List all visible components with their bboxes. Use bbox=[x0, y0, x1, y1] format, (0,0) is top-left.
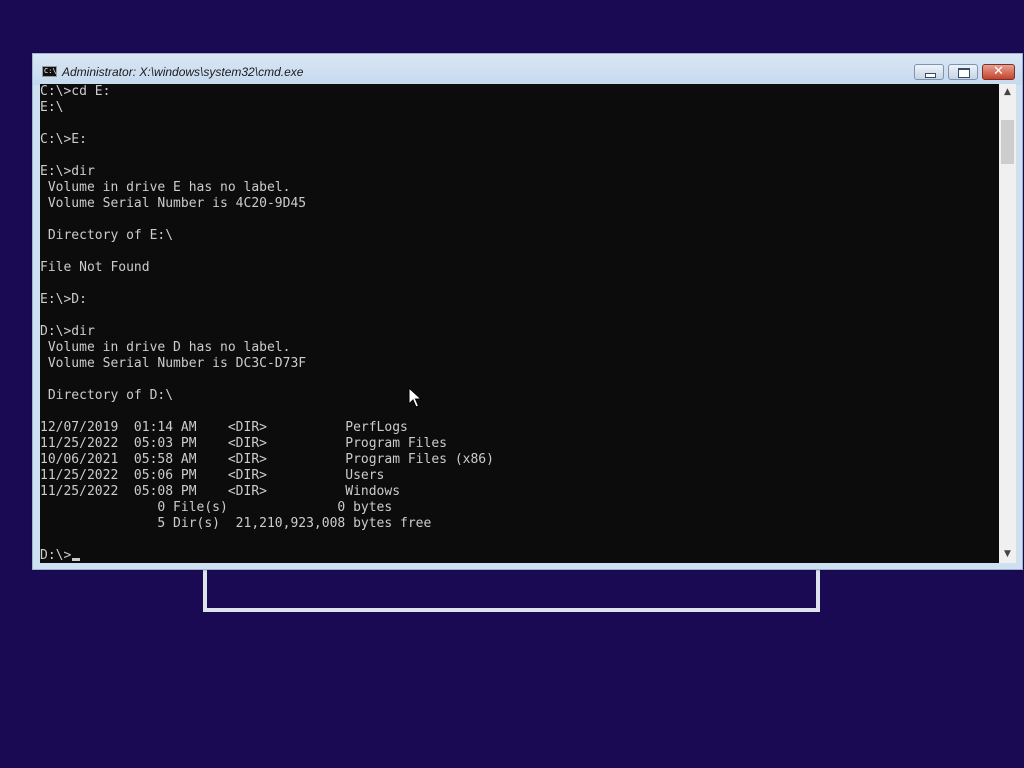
console-line: E:\>dir bbox=[40, 164, 95, 179]
console-line: E:\>D: bbox=[40, 292, 87, 307]
console-text: C:\>cd E: E:\ C:\>E: E:\>dir Volume in driv… bbox=[40, 84, 999, 563]
cmd-app-icon[interactable]: C:\ bbox=[42, 66, 57, 77]
close-button[interactable]: ✕ bbox=[982, 64, 1015, 80]
mouse-pointer-icon bbox=[408, 387, 422, 408]
scroll-thumb[interactable] bbox=[1001, 120, 1014, 164]
command-prompt-line[interactable]: D:\> bbox=[40, 548, 999, 563]
console-line: Directory of D:\ bbox=[40, 388, 174, 403]
console-line: 11/25/2022 05:06 PM <DIR> Users bbox=[40, 468, 385, 483]
console-line: 5 Dir(s) 21,210,923,008 bytes free bbox=[40, 516, 432, 531]
console-line: 11/25/2022 05:08 PM <DIR> Windows bbox=[40, 484, 401, 499]
minimize-button[interactable] bbox=[914, 64, 944, 80]
minimize-icon bbox=[925, 73, 936, 78]
cmd-window[interactable]: C:\ Administrator: X:\windows\system32\c… bbox=[32, 53, 1023, 570]
scroll-up-arrow-icon[interactable]: ▲ bbox=[999, 84, 1016, 101]
vertical-scrollbar[interactable]: ▲ ▼ bbox=[999, 84, 1016, 563]
console-line: File Not Found bbox=[40, 260, 150, 275]
window-title: Administrator: X:\windows\system32\cmd.e… bbox=[62, 65, 304, 79]
console-line: Directory of E:\ bbox=[40, 228, 174, 243]
close-icon: ✕ bbox=[993, 64, 1004, 79]
console-line: Volume in drive E has no label. bbox=[40, 180, 291, 195]
console-line: 0 File(s) 0 bytes bbox=[40, 500, 393, 515]
console-line: Volume Serial Number is 4C20-9D45 bbox=[40, 196, 307, 211]
text-cursor bbox=[72, 558, 81, 561]
console-line: 11/25/2022 05:03 PM <DIR> Program Files bbox=[40, 436, 447, 451]
console-line: E:\ bbox=[40, 100, 64, 115]
console-line: Volume in drive D has no label. bbox=[40, 340, 291, 355]
maximize-button[interactable] bbox=[948, 64, 978, 80]
console-line: C:\>E: bbox=[40, 132, 87, 147]
title-bar[interactable]: C:\ Administrator: X:\windows\system32\c… bbox=[33, 54, 1022, 85]
maximize-icon bbox=[958, 68, 970, 78]
console-line: 12/07/2019 01:14 AM <DIR> PerfLogs bbox=[40, 420, 408, 435]
console-line: C:\>cd E: bbox=[40, 84, 111, 99]
scroll-down-arrow-icon[interactable]: ▼ bbox=[999, 546, 1016, 563]
console-line: D:\>dir bbox=[40, 324, 95, 339]
console-line: 10/06/2021 05:58 AM <DIR> Program Files … bbox=[40, 452, 494, 467]
console-line: Volume Serial Number is DC3C-D73F bbox=[40, 356, 307, 371]
command-prompt: D:\> bbox=[40, 548, 72, 563]
console-output-area[interactable]: C:\>cd E: E:\ C:\>E: E:\>dir Volume in driv… bbox=[40, 84, 999, 563]
